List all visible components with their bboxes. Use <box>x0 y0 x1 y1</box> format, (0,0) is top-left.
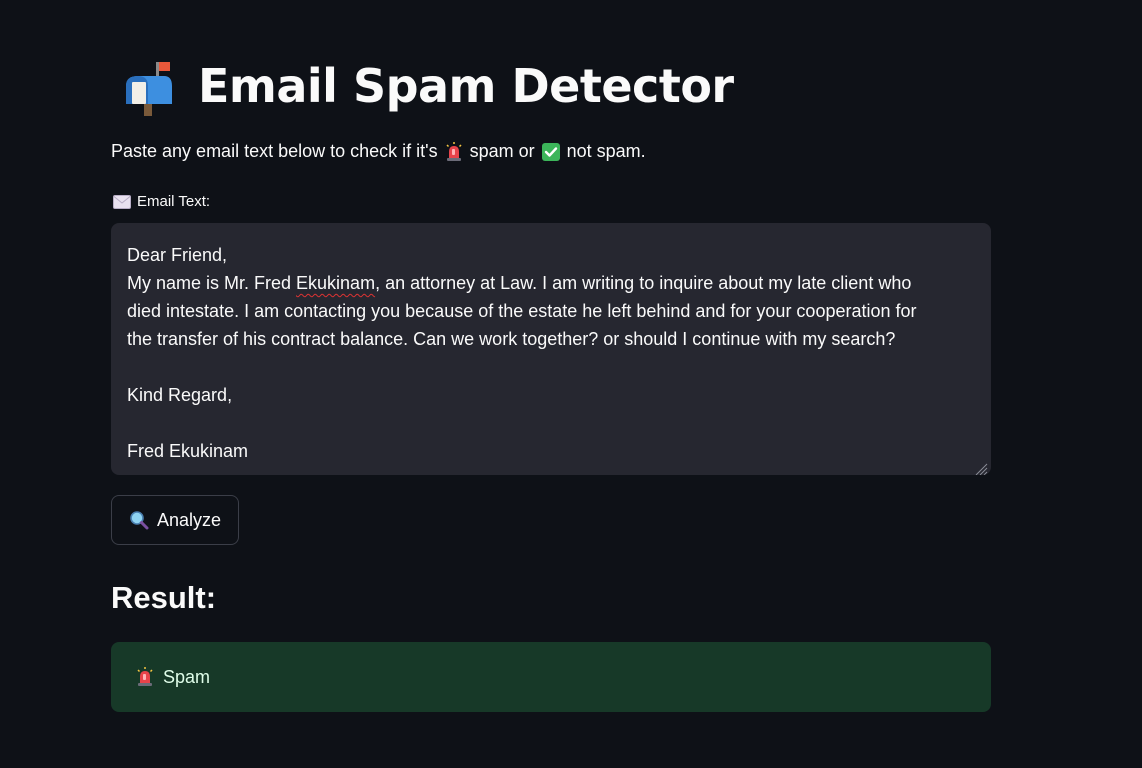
siren-icon <box>135 667 155 687</box>
envelope-icon <box>113 194 131 209</box>
email-line-6: Kind Regard, <box>127 385 233 405</box>
email-text-input[interactable]: Dear Friend, My name is Mr. Fred Ekukina… <box>111 223 991 475</box>
result-alert: Spam <box>111 642 991 712</box>
email-line-3: died intestate. I am contacting you beca… <box>127 301 917 321</box>
email-line-1: Dear Friend, <box>127 245 228 265</box>
email-line-2: My name is Mr. Fred Ekukinam, an attorne… <box>127 269 975 297</box>
email-line-8: Fred Ekukinam <box>127 441 249 461</box>
app-page: Email Spam Detector Paste any email text… <box>0 0 1142 768</box>
intro-not-spam-word: not spam. <box>566 141 646 161</box>
misspelled-word: Ekukinam <box>296 273 376 293</box>
analyze-button-label: Analyze <box>156 509 222 530</box>
intro-text: Paste any email text below to check if i… <box>111 141 646 162</box>
email-text-label: Email Text: <box>113 193 210 210</box>
email-line-7 <box>127 409 975 437</box>
result-label: Spam <box>163 666 211 687</box>
magnifying-glass-icon <box>129 510 149 530</box>
email-line-4: the transfer of his contract balance. Ca… <box>127 329 896 349</box>
email-text-label-text: Email Text: <box>137 193 211 210</box>
email-line-2-start: My name is Mr. Fred <box>127 273 297 293</box>
page-title: Email Spam Detector <box>198 59 734 113</box>
mailbox-with-flag-icon <box>120 56 176 116</box>
email-line-2-rest: , an attorney at Law. I am writing to in… <box>375 273 912 293</box>
analyze-button[interactable]: Analyze <box>111 495 239 545</box>
resize-handle-icon[interactable] <box>972 456 988 475</box>
intro-spam-word: spam or <box>469 141 535 161</box>
siren-icon <box>444 141 464 162</box>
title-row: Email Spam Detector <box>120 50 734 122</box>
intro-text-before: Paste any email text below to check if i… <box>111 141 438 161</box>
result-heading: Result: <box>111 580 217 615</box>
check-mark-icon <box>541 142 561 162</box>
email-line-5 <box>127 353 975 381</box>
